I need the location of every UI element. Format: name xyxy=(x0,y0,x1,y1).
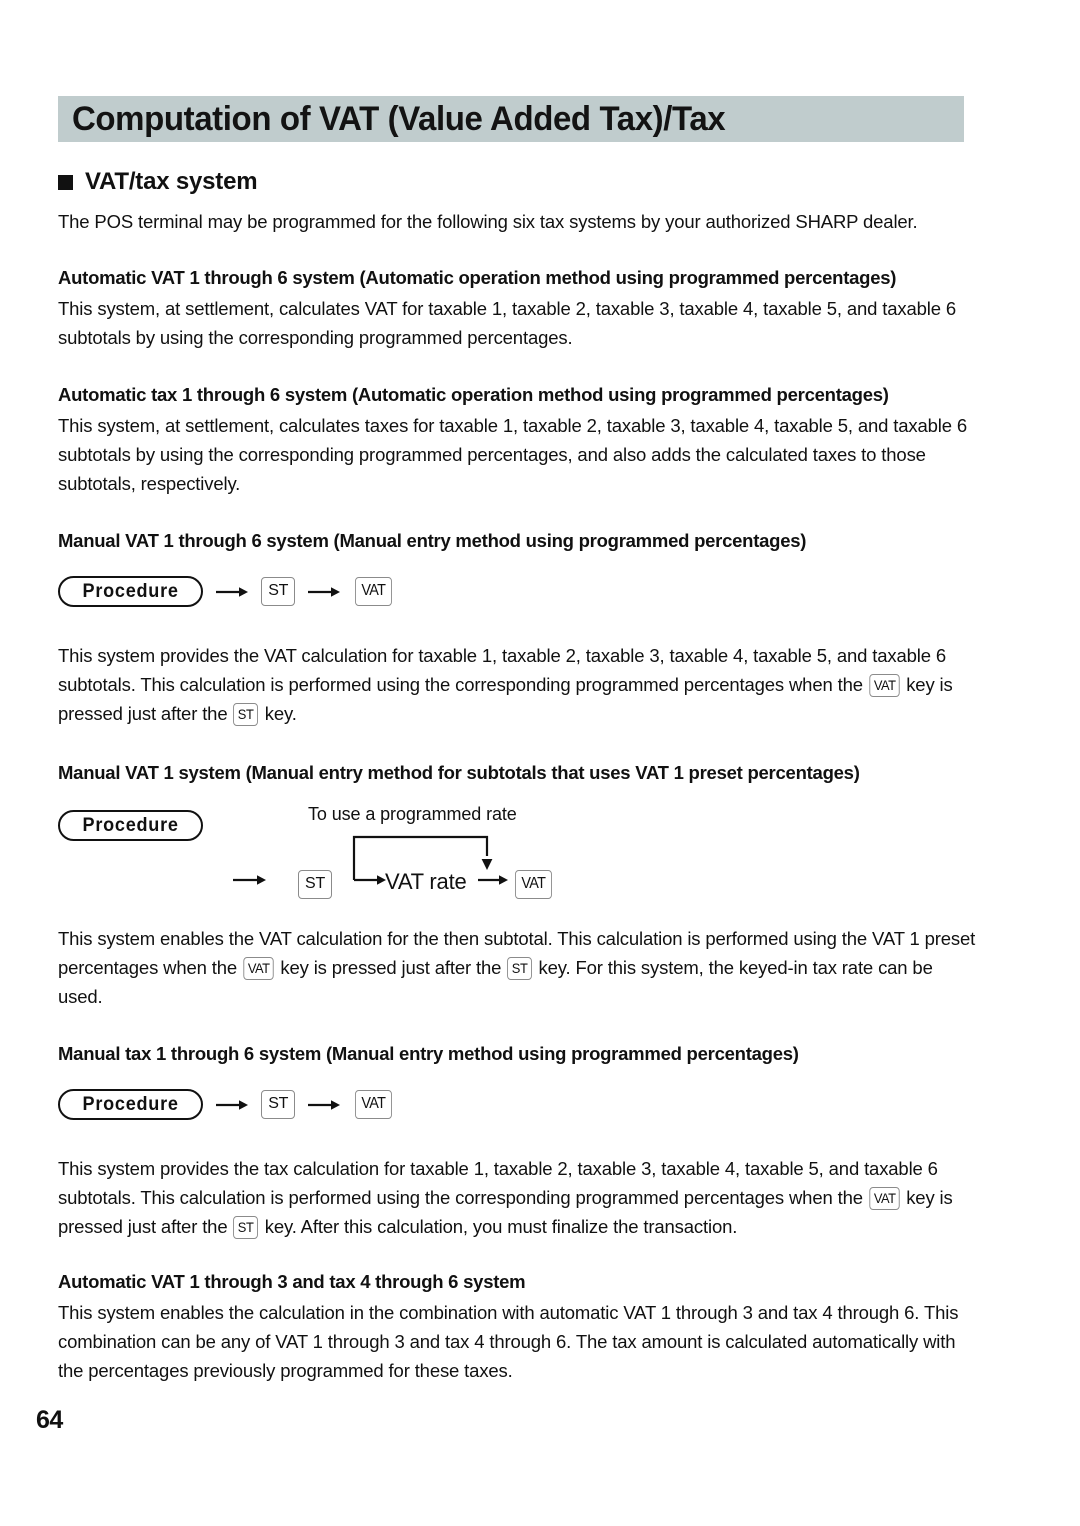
key-vat-inline: VAT xyxy=(869,1186,900,1210)
heading-automatic-combo: Automatic VAT 1 through 3 and tax 4 thro… xyxy=(58,1271,526,1292)
paragraph-manual-vat-1-6: This system provides the VAT calculation… xyxy=(58,641,978,728)
key-st-inline: ST xyxy=(233,702,259,726)
heading-manual-vat-1-6: Manual VAT 1 through 6 system (Manual en… xyxy=(58,530,807,551)
key-vat-inline: VAT xyxy=(869,673,900,697)
section-intro-paragraph: The POS terminal may be programmed for t… xyxy=(58,211,918,232)
paragraph-automatic-tax-1-6: This system, at settlement, calculates t… xyxy=(58,415,968,494)
procedure-diagram-manual-vat-1: Procedure To use a programmed rate ST VA… xyxy=(58,804,978,908)
procedure-row-manual-tax-1-6: Procedure ST VAT xyxy=(58,1089,978,1120)
procedure-row-manual-vat-1-6: Procedure ST VAT xyxy=(58,576,978,607)
paragraph-manual-vat-1: This system enables the VAT calculation … xyxy=(58,924,978,1011)
paragraph-text-part-3: key. After this calculation, you must fi… xyxy=(259,1216,738,1237)
key-st-inline: ST xyxy=(233,1215,259,1239)
key-vat: VAT xyxy=(515,870,552,899)
key-st: ST xyxy=(261,1090,296,1119)
paragraph-automatic-combo: This system enables the calculation in t… xyxy=(58,1302,959,1381)
arrow-right-icon xyxy=(215,1096,249,1114)
key-vat-inline: VAT xyxy=(243,956,275,980)
procedure-badge-label: Procedure xyxy=(82,581,179,602)
arrow-right-icon xyxy=(307,1096,341,1114)
procedure-badge-label: Procedure xyxy=(82,815,179,836)
heading-manual-tax-1-6: Manual tax 1 through 6 system (Manual en… xyxy=(58,1043,799,1064)
key-vat: VAT xyxy=(355,577,392,606)
key-st: ST xyxy=(261,577,296,606)
heading-automatic-tax-1-6: Automatic tax 1 through 6 system (Automa… xyxy=(58,384,889,405)
procedure-badge: Procedure xyxy=(58,576,204,607)
paragraph-text-part-3: key. xyxy=(259,703,297,724)
arrow-right-icon xyxy=(215,583,249,601)
page-title-banner: Computation of VAT (Value Added Tax)/Tax xyxy=(58,96,964,142)
heading-manual-vat-1: Manual VAT 1 system (Manual entry method… xyxy=(58,762,860,783)
diagram-label-vat-rate: VAT rate xyxy=(385,869,467,894)
heading-automatic-vat-1-6: Automatic VAT 1 through 6 system (Automa… xyxy=(58,267,897,288)
diagram-note-programmed-rate: To use a programmed rate xyxy=(308,804,517,824)
page-title: Computation of VAT (Value Added Tax)/Tax xyxy=(72,100,726,138)
arrow-right-icon xyxy=(307,583,341,601)
document-page: Computation of VAT (Value Added Tax)/Tax… xyxy=(0,0,1080,1526)
paragraph-manual-tax-1-6: This system provides the tax calculation… xyxy=(58,1154,978,1241)
key-vat: VAT xyxy=(355,1090,392,1119)
paragraph-text-part-1: This system provides the tax calculation… xyxy=(58,1158,938,1208)
page-content: VAT/tax system The POS terminal may be p… xyxy=(58,150,978,1385)
procedure-badge: Procedure xyxy=(58,810,204,841)
section-heading-label: VAT/tax system xyxy=(85,168,258,195)
key-st: ST xyxy=(298,870,333,899)
procedure-badge: Procedure xyxy=(58,1089,204,1120)
key-st-inline: ST xyxy=(507,956,533,980)
paragraph-text-part-1: This system provides the VAT calculation… xyxy=(58,645,947,695)
section-heading-vat-tax-system: VAT/tax system xyxy=(58,168,978,196)
procedure-badge-label: Procedure xyxy=(82,1094,179,1115)
paragraph-automatic-vat-1-6: This system, at settlement, calculates V… xyxy=(58,298,956,348)
paragraph-text-part-2: key is pressed just after the xyxy=(275,957,507,978)
page-number: 64 xyxy=(36,1406,63,1434)
square-bullet-icon xyxy=(58,174,73,190)
